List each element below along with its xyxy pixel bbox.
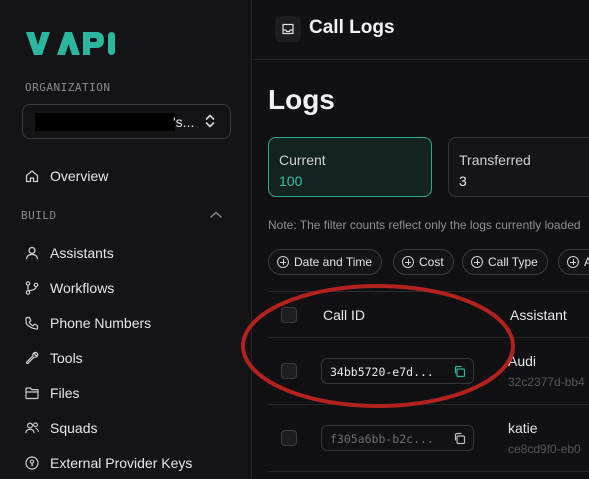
stat-value: 100 bbox=[279, 173, 303, 189]
select-all-checkbox[interactable] bbox=[281, 307, 297, 323]
nav-workflows[interactable]: Workflows bbox=[24, 276, 114, 300]
stat-value: 3 bbox=[459, 173, 467, 189]
call-id-text: f305a6bb-b2c... bbox=[330, 432, 434, 446]
nav-overview-label: Overview bbox=[50, 168, 109, 184]
chevrons-up-down-icon bbox=[205, 114, 215, 128]
filter-more[interactable]: A bbox=[558, 249, 589, 275]
nav-external-provider-keys[interactable]: External Provider Keys bbox=[24, 451, 192, 475]
assistant-name: katie bbox=[508, 420, 538, 436]
stat-label: Transferred bbox=[459, 152, 531, 168]
stat-card-current[interactable]: Current 100 bbox=[268, 137, 432, 197]
assistant-id: 32c2377d-bb4 bbox=[508, 375, 585, 389]
nav-phone-numbers[interactable]: Phone Numbers bbox=[24, 311, 151, 335]
table-top-border bbox=[268, 291, 589, 292]
chevron-up-icon[interactable] bbox=[209, 209, 223, 221]
build-section-label: BUILD bbox=[21, 209, 57, 222]
filter-label: Call Type bbox=[488, 255, 538, 269]
row-checkbox[interactable] bbox=[281, 430, 297, 446]
vapi-logo[interactable] bbox=[24, 28, 120, 63]
top-bar: Call Logs bbox=[253, 0, 589, 60]
call-id-pill[interactable]: 34bb5720-e7d... bbox=[321, 358, 474, 384]
nav-files[interactable]: Files bbox=[24, 381, 80, 405]
filter-note: Note: The filter counts reflect only the… bbox=[268, 218, 581, 232]
nav-assistants-label: Assistants bbox=[50, 245, 114, 261]
wrench-icon bbox=[25, 351, 39, 365]
phone-icon bbox=[25, 316, 39, 330]
nav-assistants[interactable]: Assistants bbox=[24, 241, 114, 265]
filter-call-type[interactable]: Call Type bbox=[462, 249, 548, 275]
filter-label: A bbox=[584, 255, 589, 269]
nav-files-label: Files bbox=[50, 385, 80, 401]
plus-circle-icon bbox=[277, 256, 289, 268]
filter-label: Date and Time bbox=[294, 255, 373, 269]
call-id-pill[interactable]: f305a6bb-b2c... bbox=[321, 425, 474, 451]
git-branch-icon bbox=[25, 281, 39, 295]
table-divider bbox=[268, 337, 589, 338]
nav-workflows-label: Workflows bbox=[50, 280, 115, 296]
stat-label: Current bbox=[279, 152, 326, 168]
stat-card-transferred[interactable]: Transferred 3 bbox=[448, 137, 589, 197]
nav-external-provider-keys-label: External Provider Keys bbox=[50, 455, 193, 471]
nav-phone-numbers-label: Phone Numbers bbox=[50, 315, 152, 331]
plus-circle-icon bbox=[567, 256, 579, 268]
user-icon bbox=[25, 246, 39, 260]
key-circle-icon bbox=[25, 456, 39, 470]
plus-circle-icon bbox=[471, 256, 483, 268]
nav-tools-label: Tools bbox=[50, 350, 83, 366]
organization-label: ORGANIZATION bbox=[25, 81, 111, 94]
filter-date-and-time[interactable]: Date and Time bbox=[268, 249, 383, 275]
column-header-assistant[interactable]: Assistant bbox=[510, 307, 567, 323]
org-name-suffix: 's... bbox=[173, 114, 195, 130]
plus-circle-icon bbox=[402, 256, 414, 268]
nav-squads-label: Squads bbox=[50, 420, 98, 436]
home-icon bbox=[25, 170, 39, 183]
nav-overview[interactable]: Overview bbox=[24, 164, 108, 188]
page-header-title: Call Logs bbox=[309, 17, 395, 38]
call-id-text: 34bb5720-e7d... bbox=[330, 365, 434, 379]
users-icon bbox=[25, 422, 39, 434]
inbox-icon bbox=[275, 16, 301, 42]
assistant-name: Audi bbox=[508, 353, 537, 369]
folder-icon bbox=[25, 387, 39, 400]
sidebar: ORGANIZATION 's... Overview BUILD Assist… bbox=[0, 0, 252, 479]
row-checkbox[interactable] bbox=[281, 363, 297, 379]
organization-select[interactable]: 's... bbox=[22, 104, 231, 139]
copy-icon[interactable] bbox=[453, 365, 466, 378]
nav-tools[interactable]: Tools bbox=[24, 346, 83, 370]
page-title: Logs bbox=[268, 84, 335, 115]
nav-squads[interactable]: Squads bbox=[24, 416, 97, 440]
assistant-id: ce8cd9f0-eb0 bbox=[508, 442, 581, 456]
copy-icon[interactable] bbox=[453, 432, 466, 445]
table-divider bbox=[268, 404, 589, 405]
filter-cost[interactable]: Cost bbox=[393, 249, 454, 275]
filter-label: Cost bbox=[419, 255, 444, 269]
table-divider bbox=[268, 471, 589, 472]
redacted-org-name bbox=[35, 113, 175, 131]
column-header-call-id[interactable]: Call ID bbox=[323, 307, 365, 323]
